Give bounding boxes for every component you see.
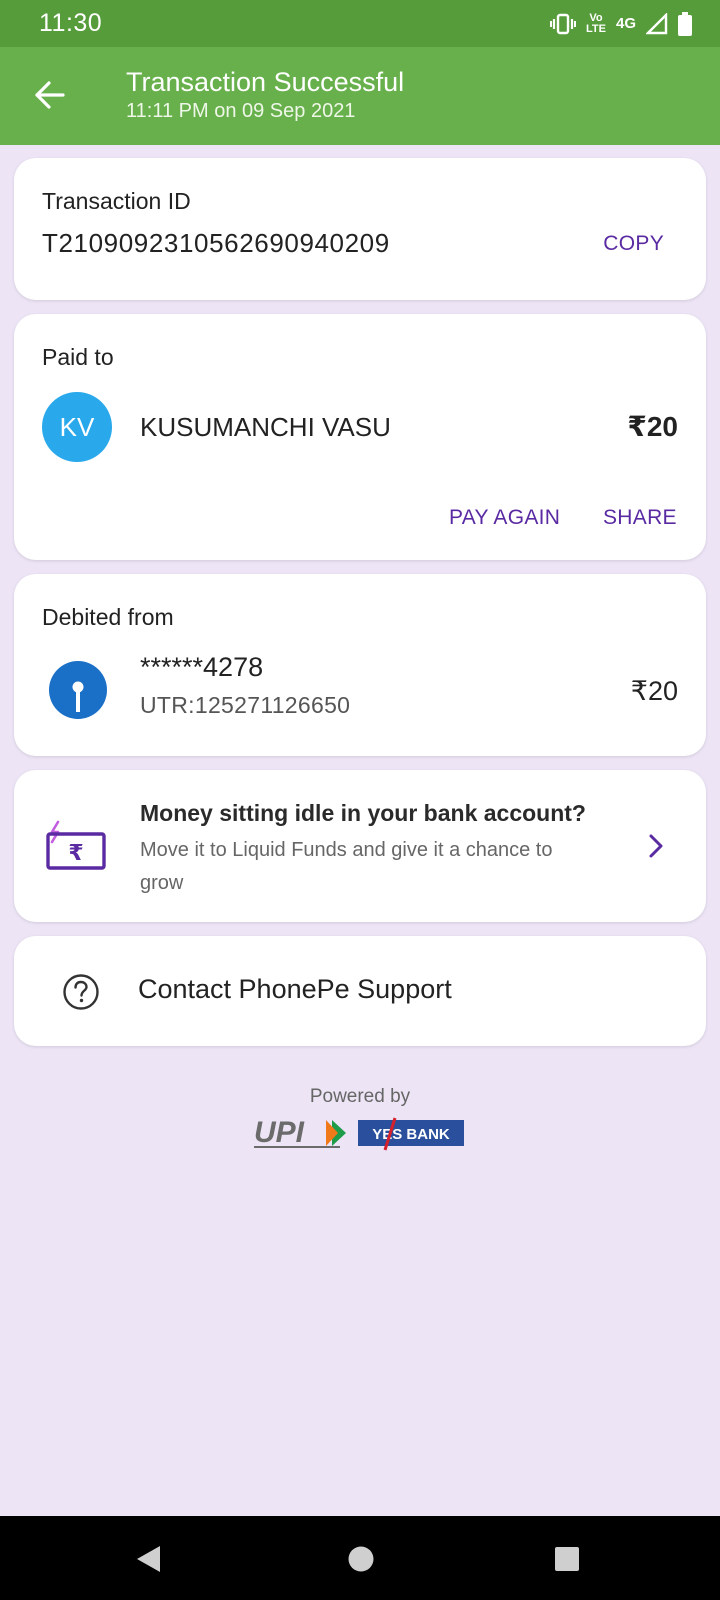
transaction-id-label: Transaction ID — [42, 188, 191, 214]
network-type: 4G — [615, 15, 636, 32]
status-icons: Vo LTE 4G — [550, 11, 692, 36]
liquid-funds-promo-card[interactable]: ₹ Money sitting idle in your bank accoun… — [14, 770, 706, 922]
debited-from-card: Debited from ******4278 UTR:125271126650… — [14, 574, 706, 756]
battery-icon — [678, 11, 692, 36]
pay-again-button[interactable]: PAY AGAIN — [449, 506, 560, 530]
transaction-id-card: Transaction ID T2109092310562690940209 C… — [14, 158, 706, 300]
transaction-id-value: T2109092310562690940209 — [42, 228, 390, 258]
partner-logos: UPI YES BANK — [254, 1116, 464, 1151]
yes-bank-logo: YES BANK — [358, 1117, 464, 1151]
promo-description: Move it to Liquid Funds and give it a ch… — [140, 839, 553, 894]
paid-to-card: Paid to KV KUSUMANCHI VASU ₹20 PAY AGAIN… — [14, 314, 706, 560]
paid-amount: ₹20 — [627, 411, 678, 442]
promo-title: Money sitting idle in your bank account? — [140, 800, 586, 826]
status-bar: 11:30 Vo LTE 4G — [0, 0, 720, 47]
back-arrow-icon[interactable] — [32, 77, 68, 113]
svg-text:₹: ₹ — [68, 841, 83, 866]
help-icon — [63, 974, 99, 1010]
upi-logo: UPI — [254, 1116, 346, 1149]
bank-logo-icon — [49, 661, 107, 719]
powered-by-label: Powered by — [309, 1086, 411, 1107]
share-button[interactable]: SHARE — [603, 506, 677, 530]
paid-to-label: Paid to — [42, 344, 114, 370]
nav-recents-icon[interactable] — [554, 1546, 580, 1572]
nav-home-icon[interactable] — [347, 1545, 375, 1573]
payee-name: KUSUMANCHI VASU — [140, 412, 391, 442]
nav-back-icon[interactable] — [134, 1544, 164, 1574]
app-bar: Transaction Successful 11:11 PM on 09 Se… — [0, 47, 720, 145]
debited-amount: ₹20 — [630, 676, 678, 706]
signal-icon — [646, 12, 668, 34]
liquid-funds-icon: ₹ — [46, 820, 106, 870]
page-title: Transaction Successful — [126, 67, 405, 97]
contact-support-card[interactable]: Contact PhonePe Support — [14, 936, 706, 1046]
avatar: KV — [42, 392, 112, 462]
svg-text:UPI: UPI — [254, 1116, 305, 1149]
transaction-datetime: 11:11 PM on 09 Sep 2021 — [126, 100, 356, 122]
svg-text:YES BANK: YES BANK — [372, 1126, 450, 1143]
debited-from-label: Debited from — [42, 604, 174, 630]
copy-button[interactable]: COPY — [603, 232, 664, 256]
status-time: 11:30 — [39, 9, 103, 37]
volte-indicator: Vo LTE — [586, 11, 606, 35]
debit-account-number: ******4278 — [140, 652, 264, 682]
chevron-right-icon[interactable] — [644, 832, 668, 860]
utr-number: UTR:125271126650 — [140, 692, 351, 718]
vibrate-icon — [550, 13, 577, 34]
contact-support-label: Contact PhonePe Support — [138, 974, 452, 1004]
system-navigation-bar — [0, 1516, 720, 1600]
